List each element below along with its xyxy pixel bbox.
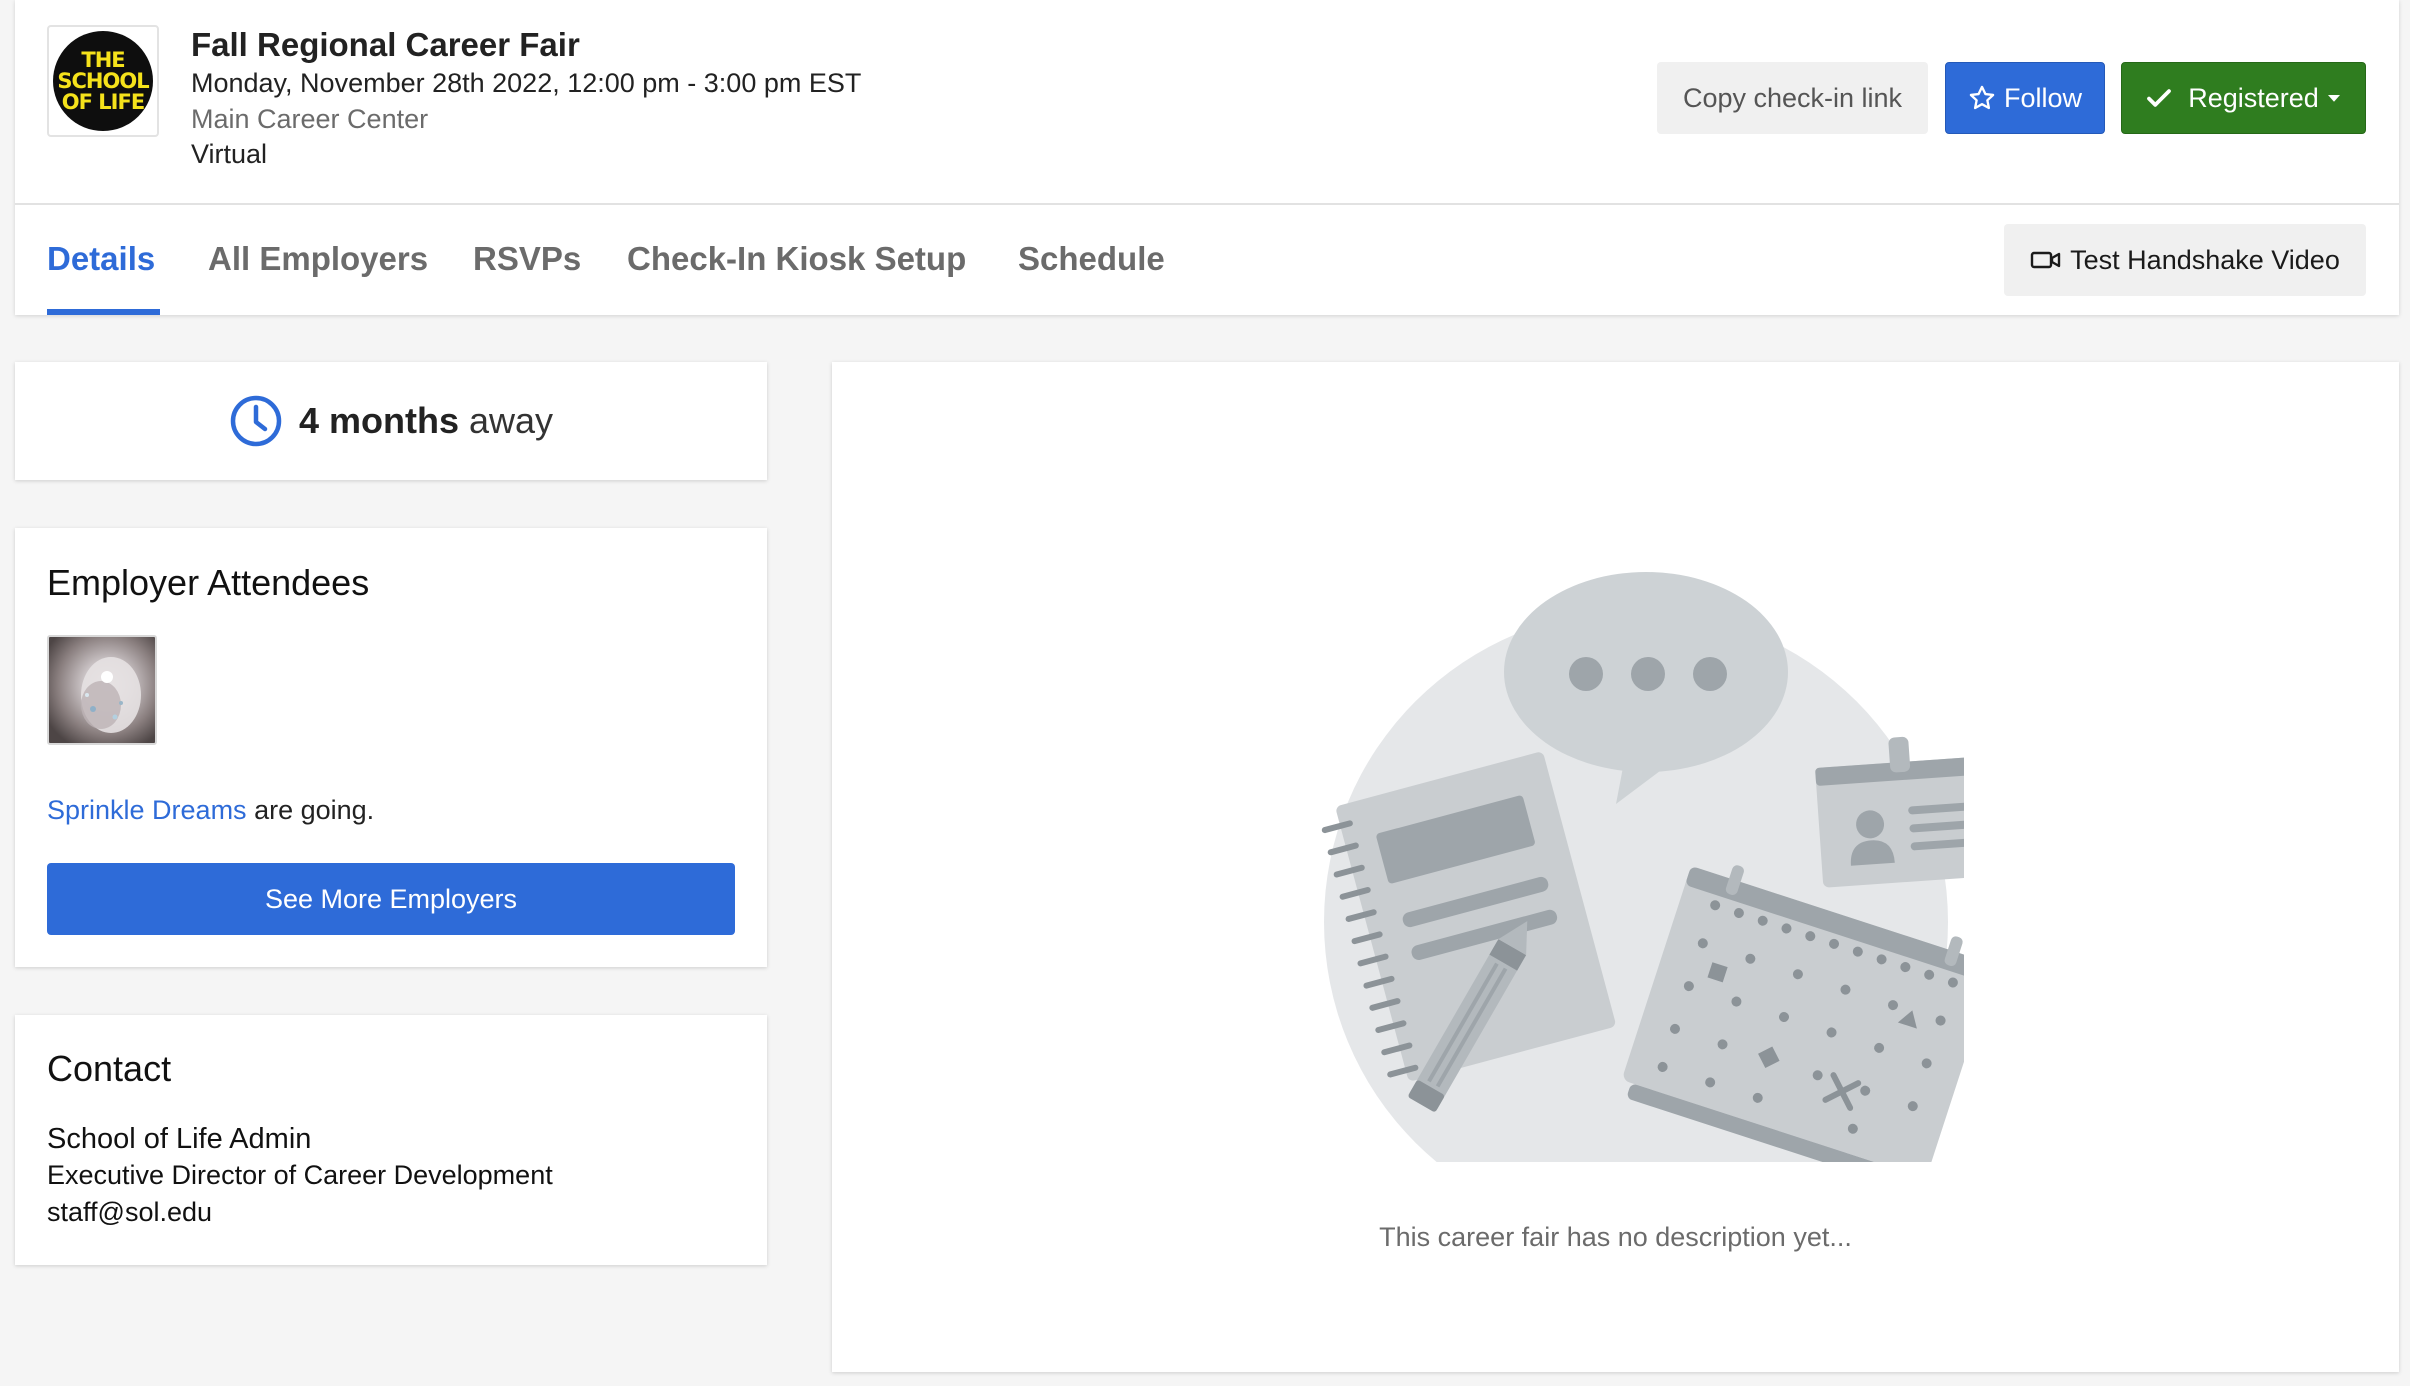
description-card: This career fair has no description yet.…: [832, 362, 2399, 1372]
tab-rsvps[interactable]: RSVPs: [473, 240, 581, 278]
school-logo: THE SCHOOL OF LIFE: [47, 25, 159, 137]
registered-dropdown-button[interactable]: Registered: [2121, 62, 2366, 134]
countdown-card: 4 months away: [15, 362, 767, 480]
event-format: Virtual: [191, 139, 268, 169]
event-title: Fall Regional Career Fair: [191, 26, 580, 63]
event-location: Main Career Center: [191, 104, 429, 134]
employer-attendees-title: Employer Attendees: [47, 562, 370, 603]
contact-role: Executive Director of Career Development: [47, 1160, 553, 1190]
logo-line-1: THE: [81, 47, 125, 72]
logo-line-2: SCHOOL: [57, 68, 149, 93]
contact-name: School of Life Admin: [47, 1123, 312, 1155]
active-tab-indicator: [47, 309, 160, 315]
registered-label: Registered: [2188, 82, 2319, 113]
caret-down-icon: [2327, 95, 2340, 102]
follow-button[interactable]: Follow: [1945, 62, 2105, 134]
tab-all-employers[interactable]: All Employers: [208, 240, 428, 278]
employer-avatar[interactable]: [47, 635, 157, 745]
event-datetime: Monday, November 28th 2022, 12:00 pm - 3…: [191, 68, 862, 98]
employer-attendees-card: Employer Attendees Sprinkle Dreams are g…: [15, 528, 767, 967]
tab-check-in-kiosk-setup[interactable]: Check-In Kiosk Setup: [627, 240, 966, 278]
tab-details[interactable]: Details: [47, 240, 155, 278]
event-header: THE SCHOOL OF LIFE Fall Regional Career …: [15, 0, 2399, 315]
copy-checkin-link-button[interactable]: Copy check-in link: [1657, 62, 1928, 134]
countdown-text: 4 months away: [299, 400, 553, 442]
test-video-button[interactable]: Test Handshake Video: [2004, 224, 2366, 296]
employer-link[interactable]: Sprinkle Dreams: [47, 795, 247, 825]
star-icon: [1969, 85, 1995, 110]
countdown-amount: 4 months: [298, 400, 459, 441]
employer-going-text: Sprinkle Dreams are going.: [47, 795, 374, 826]
logo-line-3: OF LIFE: [61, 89, 145, 114]
no-description-text: This career fair has no description yet.…: [1379, 1222, 1852, 1252]
check-icon: [2147, 89, 2172, 107]
tab-schedule[interactable]: Schedule: [1018, 240, 1165, 278]
header-divider: [15, 203, 2399, 205]
contact-title: Contact: [47, 1048, 172, 1089]
see-more-employers-button[interactable]: See More Employers: [47, 863, 735, 935]
contact-email: staff@sol.edu: [47, 1197, 213, 1227]
contact-card: Contact School of Life Admin Executive D…: [15, 1015, 767, 1265]
see-more-employers-label: See More Employers: [264, 883, 518, 914]
employer-avatar-image: [81, 657, 141, 733]
video-camera-icon: [2030, 251, 2061, 269]
school-logo-mark: THE SCHOOL OF LIFE: [53, 31, 153, 131]
copy-checkin-link-label: Copy check-in link: [1682, 82, 1903, 113]
clock-icon: [230, 395, 282, 447]
empty-state-illustration: [1321, 572, 1964, 1162]
follow-label: Follow: [2003, 82, 2083, 113]
countdown-suffix: away: [468, 400, 554, 441]
test-video-label: Test Handshake Video: [2070, 244, 2340, 275]
going-suffix: are going.: [254, 795, 375, 825]
